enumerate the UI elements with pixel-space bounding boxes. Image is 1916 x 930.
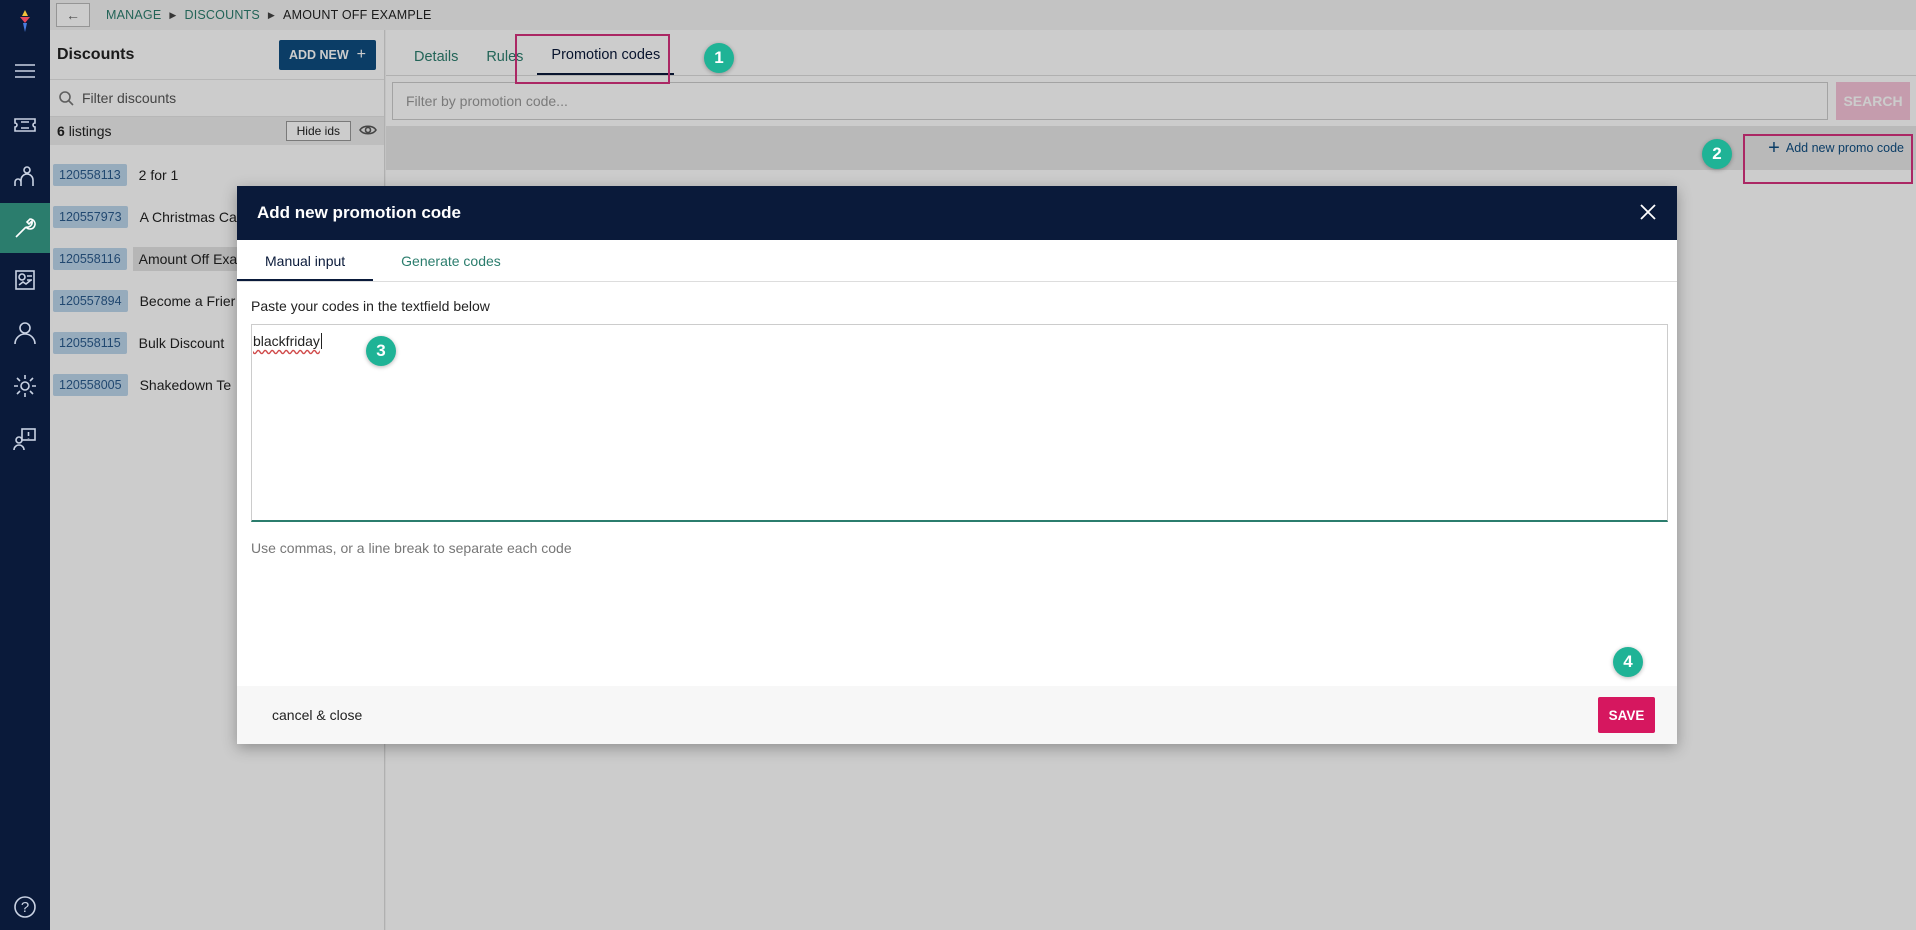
- dialog-header: Add new promotion code: [237, 186, 1677, 240]
- dialog-footer: cancel & close SAVE: [237, 686, 1677, 744]
- step-marker-1: 1: [704, 43, 734, 73]
- codes-textarea[interactable]: blackfriday: [251, 324, 1668, 522]
- save-button[interactable]: SAVE: [1598, 697, 1655, 733]
- codes-textarea-value: blackfriday: [253, 333, 320, 349]
- step-marker-3: 3: [366, 336, 396, 366]
- menu-icon[interactable]: [10, 56, 40, 86]
- step-marker-4: 4: [1613, 647, 1643, 677]
- codes-helper-text: Use commas, or a line break to separate …: [251, 540, 572, 556]
- ticket-icon[interactable]: [10, 110, 40, 140]
- dialog-body: Paste your codes in the textfield below …: [237, 282, 1677, 572]
- add-promotion-code-dialog: Add new promotion code Manual input Gene…: [237, 186, 1677, 744]
- tab-generate-codes[interactable]: Generate codes: [373, 240, 529, 281]
- reports-icon[interactable]: [10, 265, 40, 295]
- app-logo-icon: [20, 10, 30, 32]
- user-icon[interactable]: [10, 318, 40, 348]
- help-icon[interactable]: ?: [10, 892, 40, 922]
- left-nav-rail: ?: [0, 0, 50, 930]
- close-icon[interactable]: [1639, 203, 1657, 224]
- dialog-title: Add new promotion code: [257, 203, 461, 222]
- visitors-icon[interactable]: [10, 162, 40, 192]
- wrench-icon[interactable]: [10, 213, 40, 243]
- settings-gear-icon[interactable]: [10, 371, 40, 401]
- text-cursor: [320, 333, 322, 349]
- support-icon[interactable]: [10, 424, 40, 454]
- tab-manual-input[interactable]: Manual input: [237, 240, 374, 281]
- dialog-tabs: Manual input Generate codes: [237, 240, 1677, 282]
- cancel-close-link[interactable]: cancel & close: [272, 707, 362, 723]
- step-marker-2: 2: [1702, 139, 1732, 169]
- help-glyph: ?: [20, 898, 30, 916]
- codes-instruction: Paste your codes in the textfield below: [251, 298, 490, 314]
